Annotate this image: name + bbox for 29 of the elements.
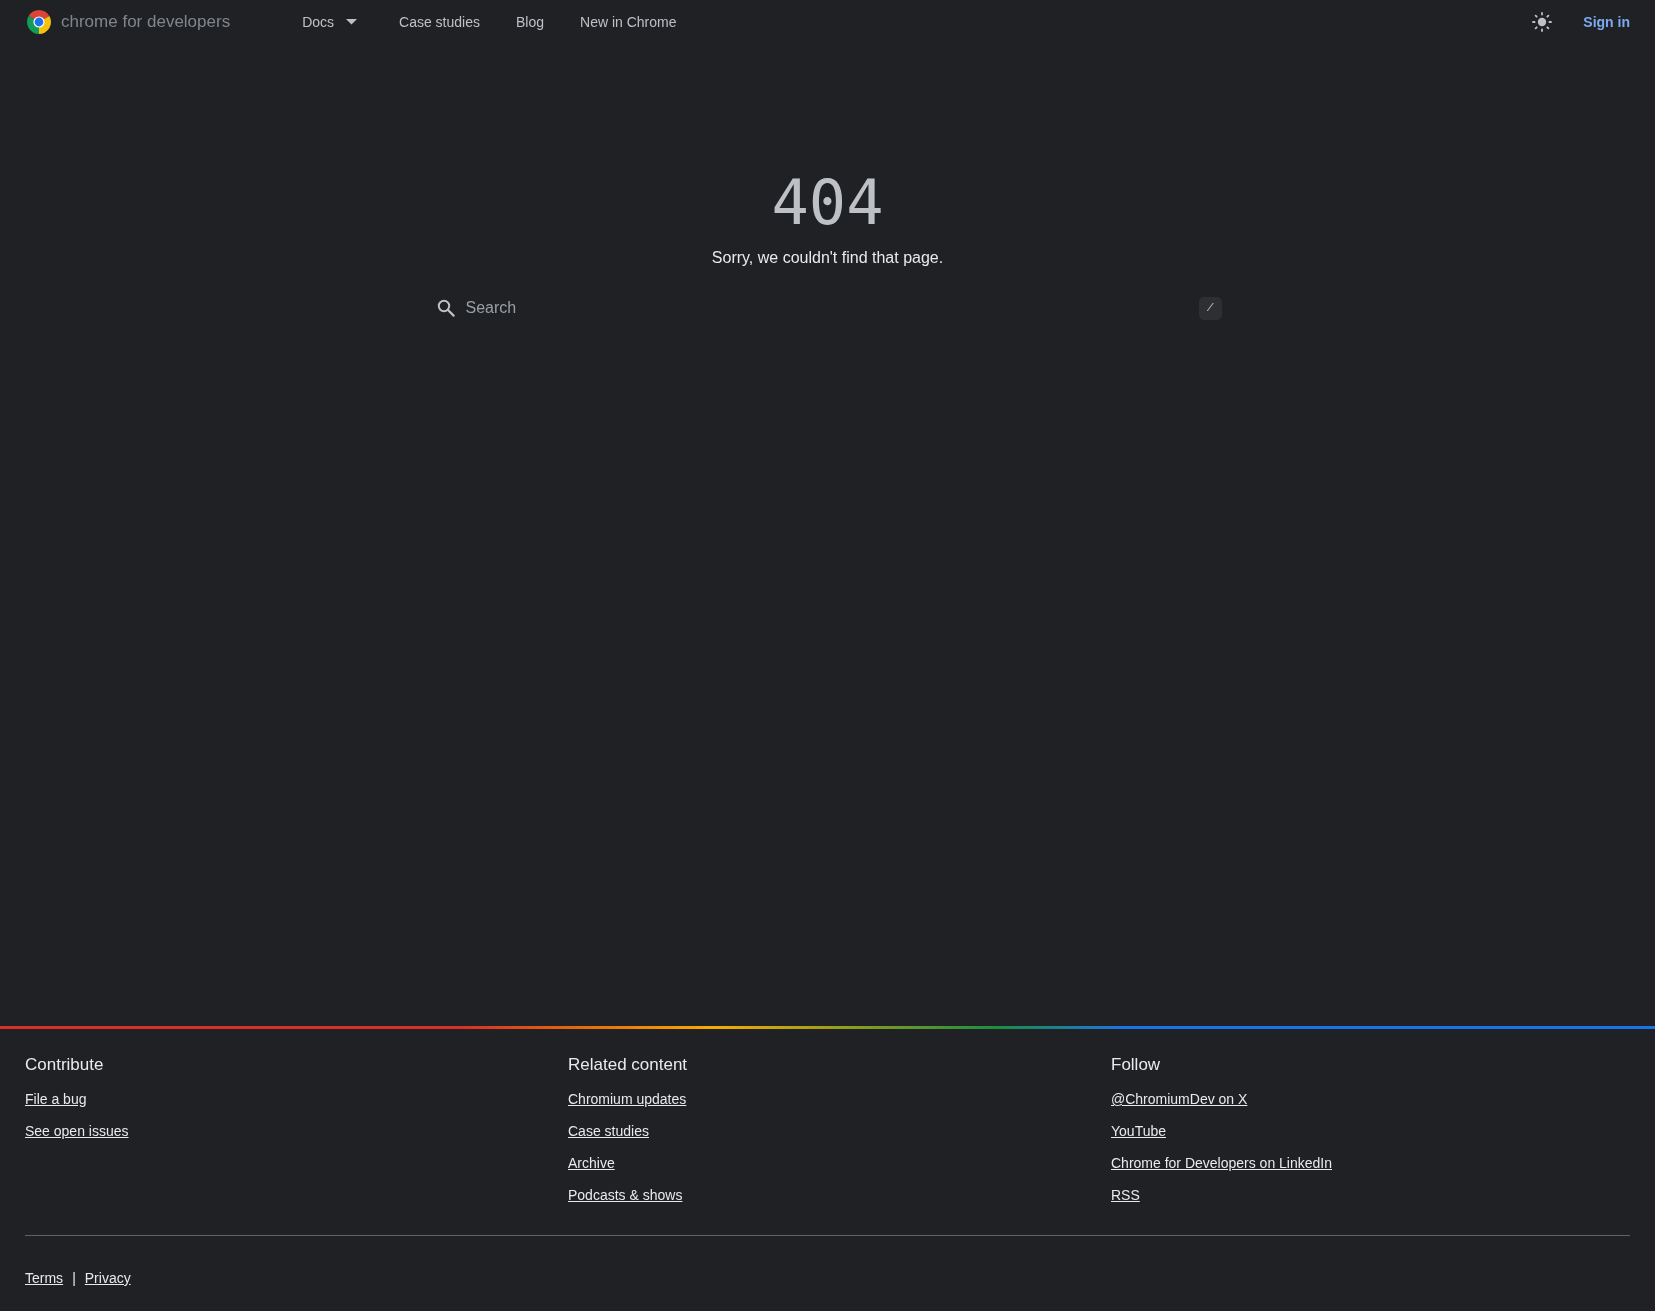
nav-link[interactable]: New in Chrome [580, 14, 677, 30]
sign-in-link[interactable]: Sign in [1583, 14, 1630, 30]
search-icon [436, 299, 455, 317]
footer-link[interactable]: RSS [1111, 1185, 1140, 1205]
error-code: 404 [771, 165, 884, 241]
footer-link[interactable]: @ChromiumDev on X [1111, 1089, 1248, 1109]
footer-link[interactable]: See open issues [25, 1121, 129, 1141]
footer-heading: Related content [568, 1054, 688, 1076]
footer-link[interactable]: File a bug [25, 1089, 87, 1109]
search-field[interactable]: Search [465, 296, 1199, 320]
legal-link[interactable]: Terms [25, 1268, 64, 1288]
footer-link[interactable]: Archive [568, 1153, 615, 1173]
brand-link[interactable]: chrome for developers [61, 12, 231, 32]
sun-icon[interactable] [1532, 12, 1553, 32]
footer-link[interactable]: Case studies [568, 1121, 649, 1141]
footer-link[interactable]: Chrome for Developers on LinkedIn [1111, 1153, 1332, 1173]
footer-link[interactable]: Podcasts & shows [568, 1185, 683, 1205]
legal-link[interactable]: Privacy [84, 1268, 131, 1288]
nav-link[interactable]: Case studies [399, 14, 480, 30]
footer-link[interactable]: YouTube [1111, 1121, 1166, 1141]
separator-text: | [72, 1269, 76, 1288]
footer-heading: Follow [1111, 1054, 1161, 1076]
shortcut-key: / [1198, 296, 1222, 320]
footer-link[interactable]: Chromium updates [568, 1089, 687, 1109]
error-message: Sorry, we couldn't find that page. [711, 248, 944, 268]
nav-menu-button[interactable]: Docs [302, 14, 358, 30]
footer-heading: Contribute [25, 1054, 104, 1076]
logo-icon[interactable] [27, 10, 51, 34]
nav-link[interactable]: Blog [516, 14, 544, 30]
